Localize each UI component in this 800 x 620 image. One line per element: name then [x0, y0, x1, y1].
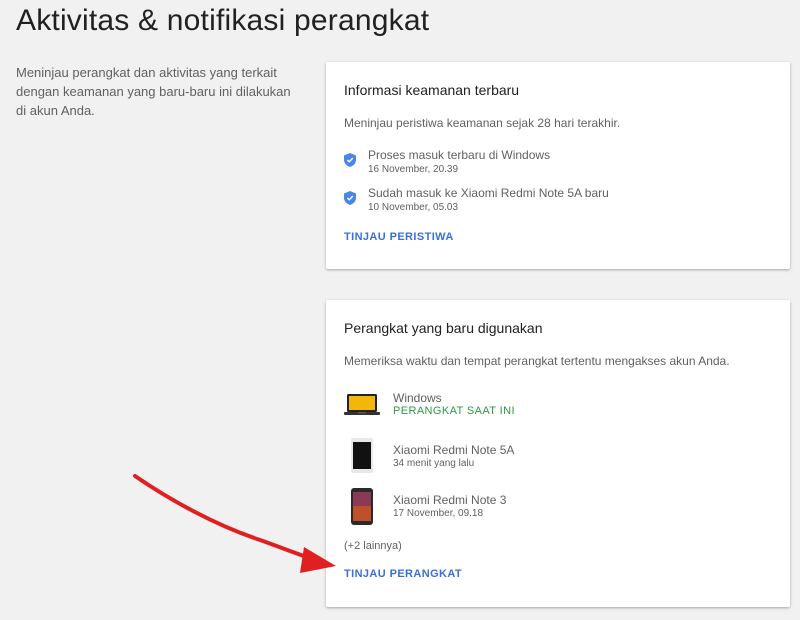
- page-intro: Meninjau perangkat dan aktivitas yang te…: [16, 65, 291, 118]
- device-name: Xiaomi Redmi Note 5A: [393, 443, 515, 457]
- device-item-redmi-note-5a[interactable]: Xiaomi Redmi Note 5A 34 menit yang lalu: [344, 438, 772, 482]
- security-card-title: Informasi keamanan terbaru: [344, 82, 520, 98]
- security-event-item[interactable]: Proses masuk terbaru di Windows 16 Novem…: [344, 148, 772, 188]
- shield-icon: [344, 191, 356, 205]
- security-event-label: Proses masuk terbaru di Windows: [368, 148, 551, 162]
- security-event-label: Sudah masuk ke Xiaomi Redmi Note 5A baru: [368, 186, 609, 200]
- shield-icon: [344, 153, 356, 167]
- device-item-redmi-note-3[interactable]: Xiaomi Redmi Note 3 17 November, 09.18: [344, 488, 772, 532]
- security-card-description: Meninjau peristiwa keamanan sejak 28 har…: [344, 116, 621, 130]
- devices-card-title: Perangkat yang baru digunakan: [344, 320, 543, 336]
- device-name: Windows: [393, 391, 442, 405]
- phone-icon: [351, 488, 373, 525]
- security-event-time: 10 November, 05.03: [368, 202, 459, 213]
- security-event-time: 16 November, 20.39: [368, 164, 459, 175]
- device-item-windows[interactable]: Windows PERANGKAT SAAT INI: [344, 388, 772, 432]
- security-info-card: Informasi keamanan terbaru Meninjau peri…: [326, 62, 790, 269]
- page-title: Aktivitas & notifikasi perangkat: [16, 4, 430, 37]
- recent-devices-card: Perangkat yang baru digunakan Memeriksa …: [326, 300, 790, 607]
- laptop-icon: [344, 394, 380, 415]
- phone-icon: [351, 438, 373, 473]
- more-devices-count: (+2 lainnya): [344, 540, 402, 552]
- security-event-item[interactable]: Sudah masuk ke Xiaomi Redmi Note 5A baru…: [344, 186, 772, 226]
- devices-card-description: Memeriksa waktu dan tempat perangkat ter…: [344, 354, 730, 368]
- current-device-badge: PERANGKAT SAAT INI: [393, 405, 515, 417]
- review-devices-button[interactable]: TINJAU PERANGKAT: [344, 568, 462, 580]
- review-events-button[interactable]: TINJAU PERISTIWA: [344, 231, 454, 243]
- device-name: Xiaomi Redmi Note 3: [393, 493, 507, 507]
- device-last-activity: 17 November, 09.18: [393, 508, 484, 519]
- device-last-activity: 34 menit yang lalu: [393, 458, 475, 469]
